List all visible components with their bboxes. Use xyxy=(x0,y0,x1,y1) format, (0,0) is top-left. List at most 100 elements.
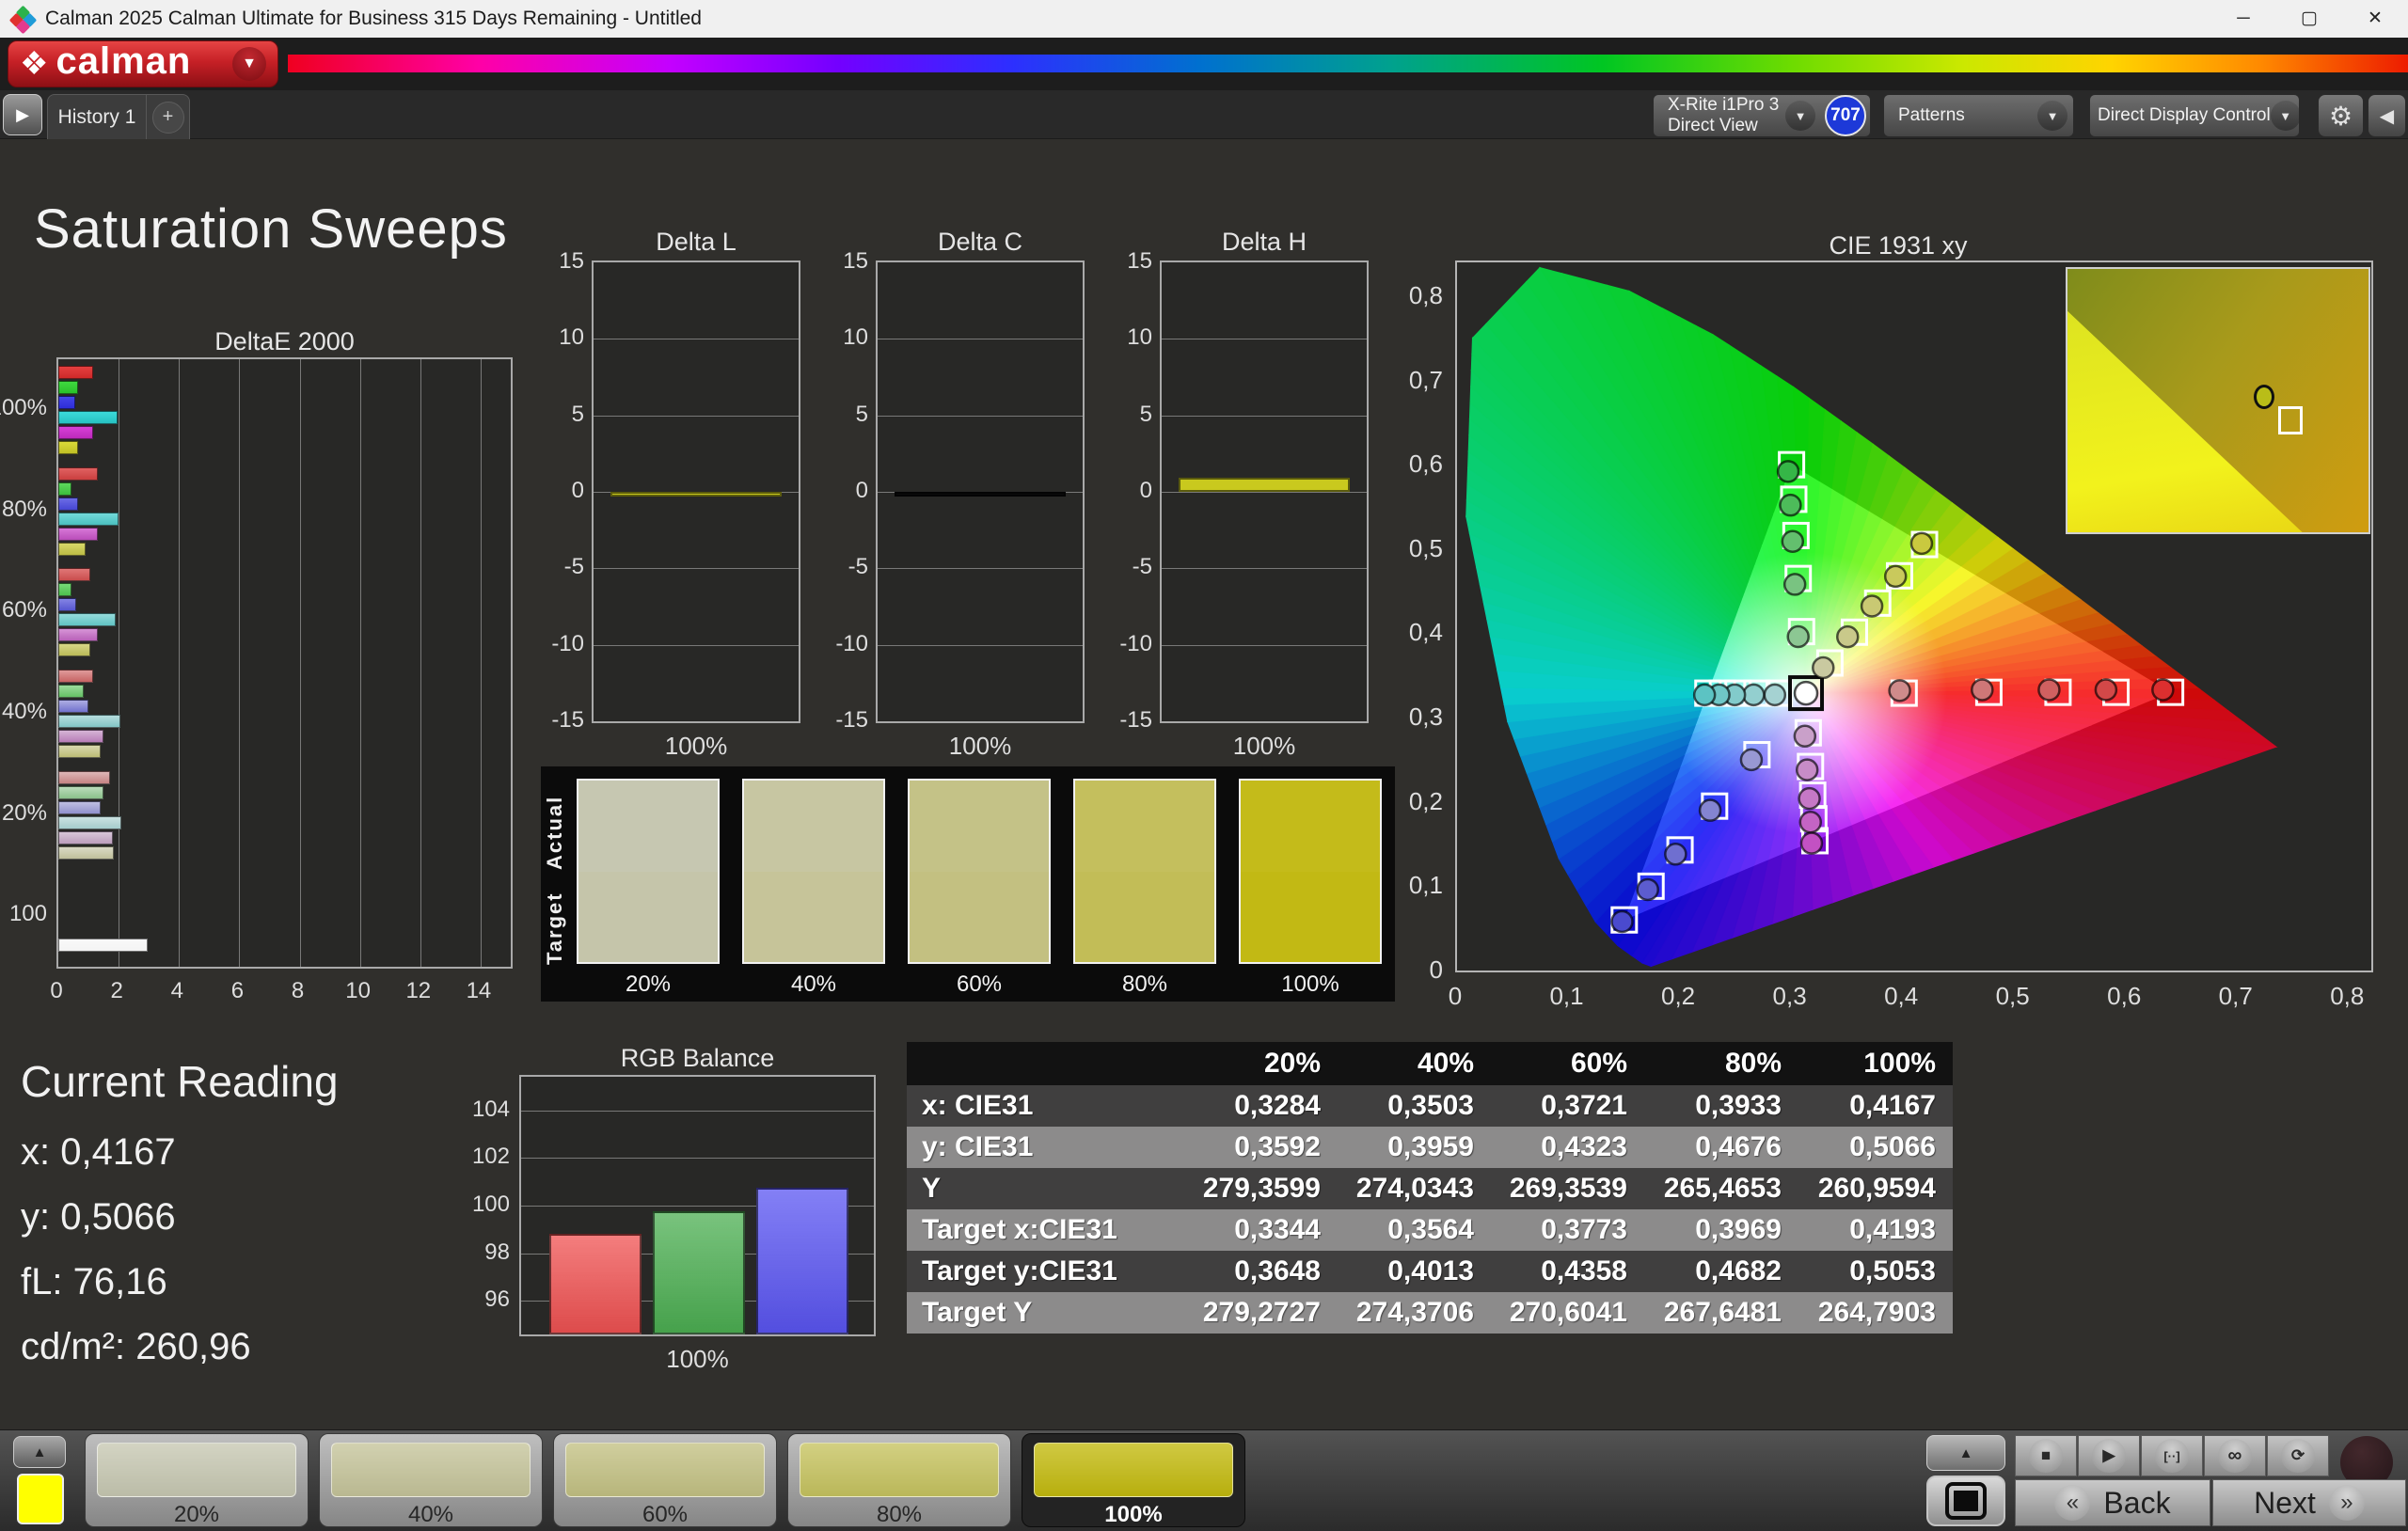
gridline xyxy=(1162,492,1367,493)
pattern-percent-label: 60% xyxy=(554,1502,776,1528)
loop-button[interactable]: ∞ xyxy=(2204,1435,2266,1476)
gridline xyxy=(594,645,799,646)
meter-label: X-Rite i1Pro 3Direct View xyxy=(1660,95,1779,136)
calman-menu-button[interactable]: ❖ calman ▼ xyxy=(8,40,278,87)
cie-measured-point-red xyxy=(2096,679,2116,700)
swatch-percent-label: 80% xyxy=(1073,971,1216,998)
deltaH-title: Delta H xyxy=(1160,228,1369,257)
calman-logo-text: calman xyxy=(55,40,191,83)
pattern-window-button[interactable] xyxy=(1926,1476,2005,1526)
pattern-button-60%[interactable]: 60% xyxy=(553,1433,777,1527)
maximize-button[interactable]: ▢ xyxy=(2276,0,2342,38)
cie-y-axis: 00,10,20,30,40,50,60,70,8 xyxy=(1396,260,1449,972)
display-control-dropdown[interactable]: Direct Display Control ▼ xyxy=(2089,94,2300,137)
close-button[interactable]: ✕ xyxy=(2342,0,2408,38)
gear-icon: ⚙ xyxy=(2329,101,2353,132)
tab-bar: ▶ History 1 + X-Rite i1Pro 3Direct View … xyxy=(0,90,2408,139)
deltaH-y-tick: 15 xyxy=(1127,248,1152,275)
rgb-bar-green xyxy=(653,1211,745,1334)
pattern-button-40%[interactable]: 40% xyxy=(319,1433,543,1527)
deltaC-bar xyxy=(895,492,1066,497)
table-row: Target Y279,2727274,3706270,6041267,6481… xyxy=(907,1292,1953,1334)
cie-measured-point-green xyxy=(1788,626,1809,647)
cie-inset-gamut-area xyxy=(2067,269,2368,532)
deltae-bar-cyan xyxy=(58,513,119,526)
cie-inset-target-marker xyxy=(2278,406,2303,434)
pattern-percent-label: 40% xyxy=(320,1502,542,1528)
current-reading-title: Current Reading xyxy=(21,1056,339,1107)
meter-dropdown[interactable]: X-Rite i1Pro 3Direct View ▼ 707 xyxy=(1653,94,1871,137)
deltaL-y-tick: -15 xyxy=(551,707,584,734)
next-button[interactable]: Next » xyxy=(2212,1479,2406,1526)
cie-measured-point-magenta xyxy=(1801,833,1822,854)
refresh-icon: ⟳ xyxy=(2281,1439,2315,1473)
deltae-x-tick: 6 xyxy=(231,978,244,1004)
deltaL-y-tick: 0 xyxy=(572,478,584,504)
cie-y-tick: 0,7 xyxy=(1409,366,1443,395)
actual-row-label: Actual xyxy=(543,783,571,882)
cie-measured-point-green xyxy=(1784,574,1805,594)
stop-button[interactable]: ■ xyxy=(2015,1435,2077,1476)
pattern-button-20%[interactable]: 20% xyxy=(85,1433,309,1527)
deltae-bar-cyan xyxy=(58,613,116,626)
tab-scroll-button[interactable]: ▶ xyxy=(3,94,42,135)
collapse-panel-button[interactable]: ◀ xyxy=(2368,94,2406,137)
reading-fl: fL: 76,16 xyxy=(21,1261,339,1303)
rgb-y-tick: 100 xyxy=(472,1192,510,1218)
table-cell: 279,3599 xyxy=(1184,1168,1338,1209)
workspace: Saturation Sweeps DeltaE 2000 100%80%60%… xyxy=(0,139,2408,1429)
play-button[interactable]: ▶ xyxy=(2078,1435,2140,1476)
cie-measured-point-red xyxy=(2152,679,2173,700)
deltaH-y-axis: 151050-5-10-15 xyxy=(1105,260,1156,723)
pattern-window-button[interactable]: [··] xyxy=(2141,1435,2203,1476)
cie-measured-point-blue xyxy=(1700,800,1720,821)
cie-measured-point-cyan xyxy=(1743,685,1764,705)
table-row: Y279,3599274,0343269,3539265,4653260,959… xyxy=(907,1168,1953,1209)
deltae-bar-green xyxy=(58,583,71,596)
deltae-bar-green xyxy=(58,381,78,394)
app-window: Calman 2025 Calman Ultimate for Business… xyxy=(0,0,2408,1531)
gridline xyxy=(1162,568,1367,569)
pattern-percent-label: 100% xyxy=(1022,1502,1244,1528)
pattern-color-chip xyxy=(331,1443,531,1497)
table-cell: 274,3706 xyxy=(1338,1292,1491,1334)
table-row-label: Y xyxy=(907,1168,1184,1209)
cie-y-tick: 0,6 xyxy=(1409,450,1443,479)
minimize-button[interactable]: ─ xyxy=(2210,0,2276,38)
tab-history-1[interactable]: History 1 + xyxy=(47,94,190,139)
table-row-label: x: CIE31 xyxy=(907,1085,1184,1127)
pattern-button-100%[interactable]: 100% xyxy=(1022,1433,1245,1527)
patterns-dropdown[interactable]: Patterns ▼ xyxy=(1883,94,2074,137)
title-bar: Calman 2025 Calman Ultimate for Business… xyxy=(0,0,2408,38)
rgb-balance-chart xyxy=(519,1075,876,1336)
chevron-down-icon[interactable]: ▼ xyxy=(232,47,266,81)
next-label: Next xyxy=(2254,1486,2316,1521)
cie-whitepoint-measured xyxy=(1795,682,1817,704)
measurement-table: 20%40%60%80%100%x: CIE310,32840,35030,37… xyxy=(907,1042,1953,1334)
rgb-y-tick: 98 xyxy=(484,1239,510,1266)
cie-measured-point-magenta xyxy=(1799,788,1820,809)
pattern-color-chip xyxy=(97,1443,296,1497)
gridline xyxy=(239,359,240,967)
cie-x-tick: 0,2 xyxy=(1661,982,1695,1011)
back-button[interactable]: « Back xyxy=(2015,1479,2210,1526)
pattern-percent-label: 80% xyxy=(788,1502,1010,1528)
swatch-target xyxy=(744,872,883,963)
refresh-button[interactable]: ⟳ xyxy=(2267,1435,2329,1476)
cie-y-tick: 0,3 xyxy=(1409,702,1443,732)
chevron-down-icon: ▼ xyxy=(1785,101,1815,131)
meter-count-badge[interactable]: 707 xyxy=(1825,95,1866,136)
table-cell: 0,3648 xyxy=(1184,1251,1338,1292)
gridline xyxy=(521,1111,874,1112)
cie-measured-point-blue xyxy=(1741,750,1762,770)
add-tab-button[interactable]: + xyxy=(146,95,189,139)
pattern-collapse-button[interactable]: ▲ xyxy=(13,1436,66,1468)
deltae-bar-red xyxy=(58,568,90,581)
settings-button[interactable]: ⚙ xyxy=(2318,94,2364,137)
deltaC-y-tick: -10 xyxy=(835,631,868,657)
pattern-button-80%[interactable]: 80% xyxy=(787,1433,1011,1527)
transport-collapse-button[interactable]: ▲ xyxy=(1926,1435,2005,1471)
reading-x: x: 0,4167 xyxy=(21,1131,339,1174)
table-row-label: Target y:CIE31 xyxy=(907,1251,1184,1292)
stop-icon: ■ xyxy=(2029,1439,2063,1473)
